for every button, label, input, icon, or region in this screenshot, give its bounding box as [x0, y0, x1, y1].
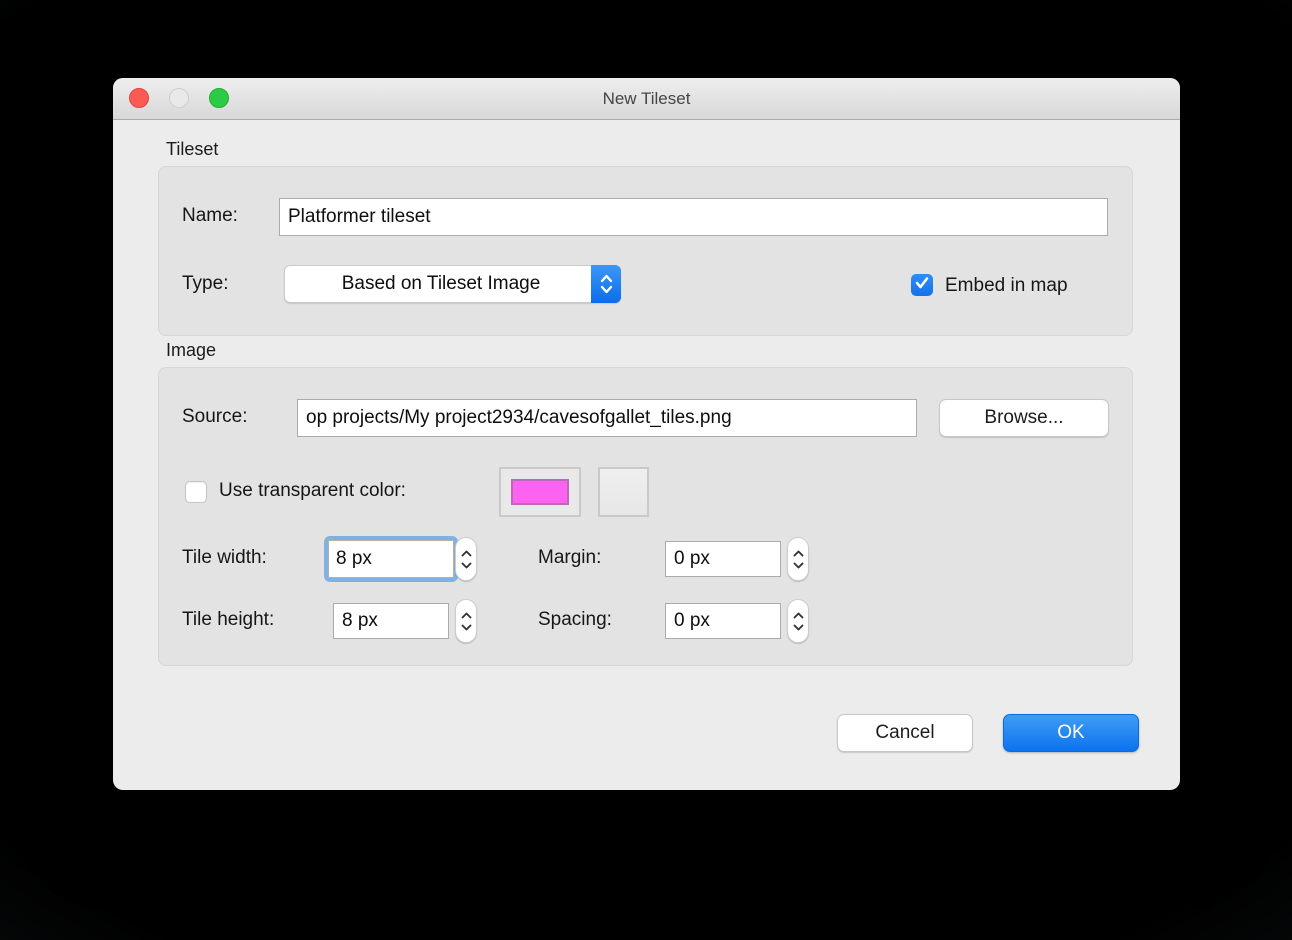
- chevron-down-icon: [793, 562, 804, 569]
- chevron-up-icon: [461, 612, 472, 619]
- color-swatch: [511, 479, 569, 505]
- type-label: Type:: [182, 273, 228, 295]
- image-group-label: Image: [166, 340, 216, 361]
- name-label: Name:: [182, 205, 238, 227]
- close-button[interactable]: [129, 88, 149, 108]
- tileset-groupbox: [158, 166, 1133, 336]
- tile-height-label: Tile height:: [182, 609, 274, 631]
- tile-width-input[interactable]: [328, 540, 454, 578]
- embed-in-map-label: Embed in map: [945, 275, 1068, 297]
- use-transparent-color-checkbox[interactable]: [185, 481, 207, 503]
- type-dropdown[interactable]: Based on Tileset Image: [284, 265, 621, 303]
- checkmark-icon: [915, 276, 929, 294]
- tile-height-stepper[interactable]: [455, 599, 477, 643]
- chevron-up-icon: [461, 550, 472, 557]
- minimize-button[interactable]: [169, 88, 189, 108]
- use-transparent-color-label: Use transparent color:: [219, 480, 406, 502]
- margin-stepper[interactable]: [787, 537, 809, 581]
- chevron-down-icon: [461, 624, 472, 631]
- tile-width-spinbox-focused: [324, 536, 458, 582]
- title-bar[interactable]: New Tileset: [113, 78, 1180, 120]
- tile-width-label: Tile width:: [182, 547, 267, 569]
- browse-button-label: Browse...: [984, 407, 1063, 429]
- spacing-stepper[interactable]: [787, 599, 809, 643]
- tile-width-stepper[interactable]: [455, 537, 477, 581]
- color-picker-button[interactable]: [598, 467, 649, 517]
- embed-in-map-checkbox[interactable]: [911, 274, 933, 296]
- margin-label: Margin:: [538, 547, 601, 569]
- tile-height-input[interactable]: [333, 603, 449, 639]
- zoom-button[interactable]: [209, 88, 229, 108]
- browse-button[interactable]: Browse...: [939, 399, 1109, 437]
- cancel-button-label: Cancel: [875, 722, 934, 744]
- chevron-down-icon: [793, 624, 804, 631]
- margin-input[interactable]: [665, 541, 781, 577]
- chevron-up-down-icon: [591, 265, 621, 303]
- chevron-down-icon: [461, 562, 472, 569]
- chevron-up-icon: [793, 550, 804, 557]
- ok-button-label: OK: [1057, 722, 1084, 744]
- source-label: Source:: [182, 406, 247, 428]
- tileset-group-label: Tileset: [166, 139, 218, 160]
- spacing-label: Spacing:: [538, 609, 612, 631]
- new-tileset-dialog: New Tileset Tileset Name: Type: Based on…: [113, 78, 1180, 790]
- spacing-input[interactable]: [665, 603, 781, 639]
- ok-button[interactable]: OK: [1003, 714, 1139, 752]
- name-input[interactable]: [279, 198, 1108, 236]
- type-dropdown-value: Based on Tileset Image: [285, 273, 591, 295]
- chevron-up-icon: [793, 612, 804, 619]
- transparent-color-swatch-button[interactable]: [499, 467, 581, 517]
- source-input[interactable]: [297, 399, 917, 437]
- window-title: New Tileset: [113, 78, 1180, 120]
- cancel-button[interactable]: Cancel: [837, 714, 973, 752]
